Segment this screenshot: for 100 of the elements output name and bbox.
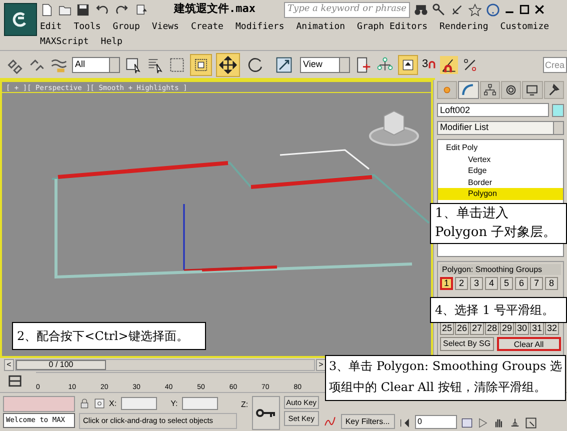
smoothing-group-button[interactable]: 27 (470, 322, 484, 335)
stack-subobject[interactable]: Edge (438, 165, 563, 176)
key-mode-button[interactable] (252, 396, 280, 430)
motion-tab[interactable] (500, 81, 522, 99)
track-bar-icon[interactable] (8, 374, 22, 388)
pivot-icon[interactable] (354, 56, 372, 74)
named-selection-field[interactable]: Crea (543, 56, 567, 72)
menu-item[interactable]: Graph Editors (357, 20, 428, 35)
y-coordinate-field[interactable] (182, 397, 218, 410)
x-label: X: (109, 398, 117, 410)
time-slider-track[interactable]: 0 / 100 (15, 359, 315, 371)
monitor-icon (525, 83, 540, 97)
x-coordinate-field[interactable] (120, 397, 157, 410)
smoothing-group-button[interactable]: 29 (500, 322, 514, 335)
callout-note: 2、配合按下<Ctrl>键选择面。 (12, 322, 206, 350)
project-icon[interactable] (134, 2, 150, 16)
scale-icon (275, 56, 293, 74)
previous-frame-button[interactable]: < (4, 359, 14, 371)
clear-all-button[interactable]: Clear All (496, 337, 561, 351)
smoothing-group-button[interactable]: 3 (470, 277, 483, 290)
smoothing-group-button[interactable]: 8 (545, 277, 558, 290)
select-by-sg-button[interactable]: Select By SG (440, 337, 494, 351)
menu-item[interactable]: Animation (296, 20, 346, 35)
hierarchy-tab[interactable] (480, 81, 500, 99)
menu-item[interactable]: Create (190, 20, 224, 35)
modifier-list-dropdown[interactable]: Modifier List (437, 121, 564, 135)
callout-note: 3、单击 Polygon: Smoothing Groups 选项组中的 Clear All 按钮，清除平滑组。 (325, 355, 566, 401)
placement-icon (402, 58, 414, 70)
callout-note: 4、选择 1 号平滑组。 (430, 297, 567, 323)
angle-snap-icon[interactable] (440, 56, 458, 74)
move-icon (219, 56, 237, 74)
hammer-icon (546, 83, 561, 97)
smoothing-group-button[interactable]: 31 (530, 322, 544, 335)
undo-icon[interactable] (94, 2, 110, 16)
window-crossing-toggle[interactable] (190, 54, 212, 76)
new-file-icon[interactable] (40, 2, 54, 16)
smoothing-group-button[interactable]: 28 (485, 322, 499, 335)
star-icon[interactable] (468, 2, 482, 16)
select-object-icon[interactable] (124, 56, 142, 74)
file-title: 建筑遐文件.max (174, 1, 256, 18)
frame-field[interactable]: 0 (414, 415, 457, 429)
rotate-icon (247, 56, 265, 74)
menu-item[interactable]: Rendering (440, 20, 488, 35)
smoothing-group-button[interactable]: 30 (515, 322, 529, 335)
hierarchy-icon (482, 83, 497, 97)
menu-item[interactable]: Customize (500, 20, 550, 35)
object-color-swatch[interactable] (552, 104, 564, 116)
redo-icon[interactable] (114, 2, 130, 16)
region-select-icon[interactable] (168, 56, 186, 74)
smoothing-group-button[interactable]: 32 (545, 322, 559, 335)
smoothing-group-button[interactable]: 6 (515, 277, 528, 290)
time-config-icon[interactable] (460, 417, 473, 429)
display-tab[interactable] (522, 81, 543, 99)
modify-tab[interactable] (458, 81, 479, 99)
help-icon[interactable] (486, 2, 500, 16)
maximize-icon[interactable] (518, 4, 530, 15)
smoothing-group-button[interactable]: 4 (485, 277, 498, 290)
y-label: Y: (170, 398, 178, 410)
crosshair-icon[interactable] (94, 398, 105, 409)
stack-modifier[interactable]: Edit Poly (438, 142, 563, 154)
key-filters-button[interactable]: Key Filters... (340, 414, 395, 429)
menu-item[interactable]: Views (152, 20, 179, 35)
next-frame-button[interactable]: > (316, 359, 326, 371)
menu-item[interactable]: Modifiers (235, 20, 284, 35)
maximize-viewport-icon[interactable] (524, 417, 537, 429)
time-slider-thumb[interactable]: 0 / 100 (16, 360, 106, 370)
menu-item[interactable]: Tools (74, 20, 101, 35)
crossing-icon (194, 58, 208, 72)
z-label: Z: (241, 399, 248, 411)
app-logo[interactable] (4, 3, 36, 36)
rollout-title[interactable]: Polygon: Smoothing Groups (440, 264, 561, 275)
axis-icon[interactable] (376, 56, 394, 74)
placement-toggle[interactable] (398, 54, 418, 74)
menu-item[interactable]: MAXScript (40, 35, 89, 50)
stack-subobject[interactable]: Vertex (438, 154, 563, 165)
binoculars-icon[interactable] (414, 2, 428, 16)
snap-toggle[interactable]: 3 (422, 59, 436, 70)
selection-filter-dropdown[interactable]: All (72, 56, 120, 72)
close-icon[interactable] (534, 4, 544, 15)
lock-icon[interactable] (79, 398, 90, 409)
stack-subobject[interactable]: Border (438, 176, 563, 188)
smoothing-group-button[interactable]: 1 (440, 277, 453, 290)
go-to-start-icon[interactable] (398, 417, 411, 429)
play-icon[interactable] (476, 417, 489, 429)
move-tool[interactable] (216, 52, 240, 76)
percent-snap-icon[interactable] (462, 56, 478, 72)
object-name-field[interactable]: Loft002 (437, 103, 549, 117)
stack-subobject[interactable]: Polygon (438, 188, 563, 200)
reference-coordinate-dropdown[interactable]: View (300, 56, 350, 72)
utilities-tab[interactable] (544, 81, 564, 99)
smoothing-group-button[interactable]: 26 (455, 322, 469, 335)
smoothing-group-button[interactable]: 7 (530, 277, 543, 290)
smoothing-group-button[interactable]: 2 (455, 277, 468, 290)
smoothing-group-button[interactable]: 5 (500, 277, 513, 290)
arc-icon (461, 83, 476, 97)
menu-item[interactable]: Help (100, 35, 122, 50)
menu-item[interactable]: Group (112, 20, 140, 35)
smoothing-group-button[interactable]: 25 (440, 322, 454, 335)
menu-item[interactable]: Edit (40, 20, 62, 35)
save-icon[interactable] (76, 2, 90, 16)
